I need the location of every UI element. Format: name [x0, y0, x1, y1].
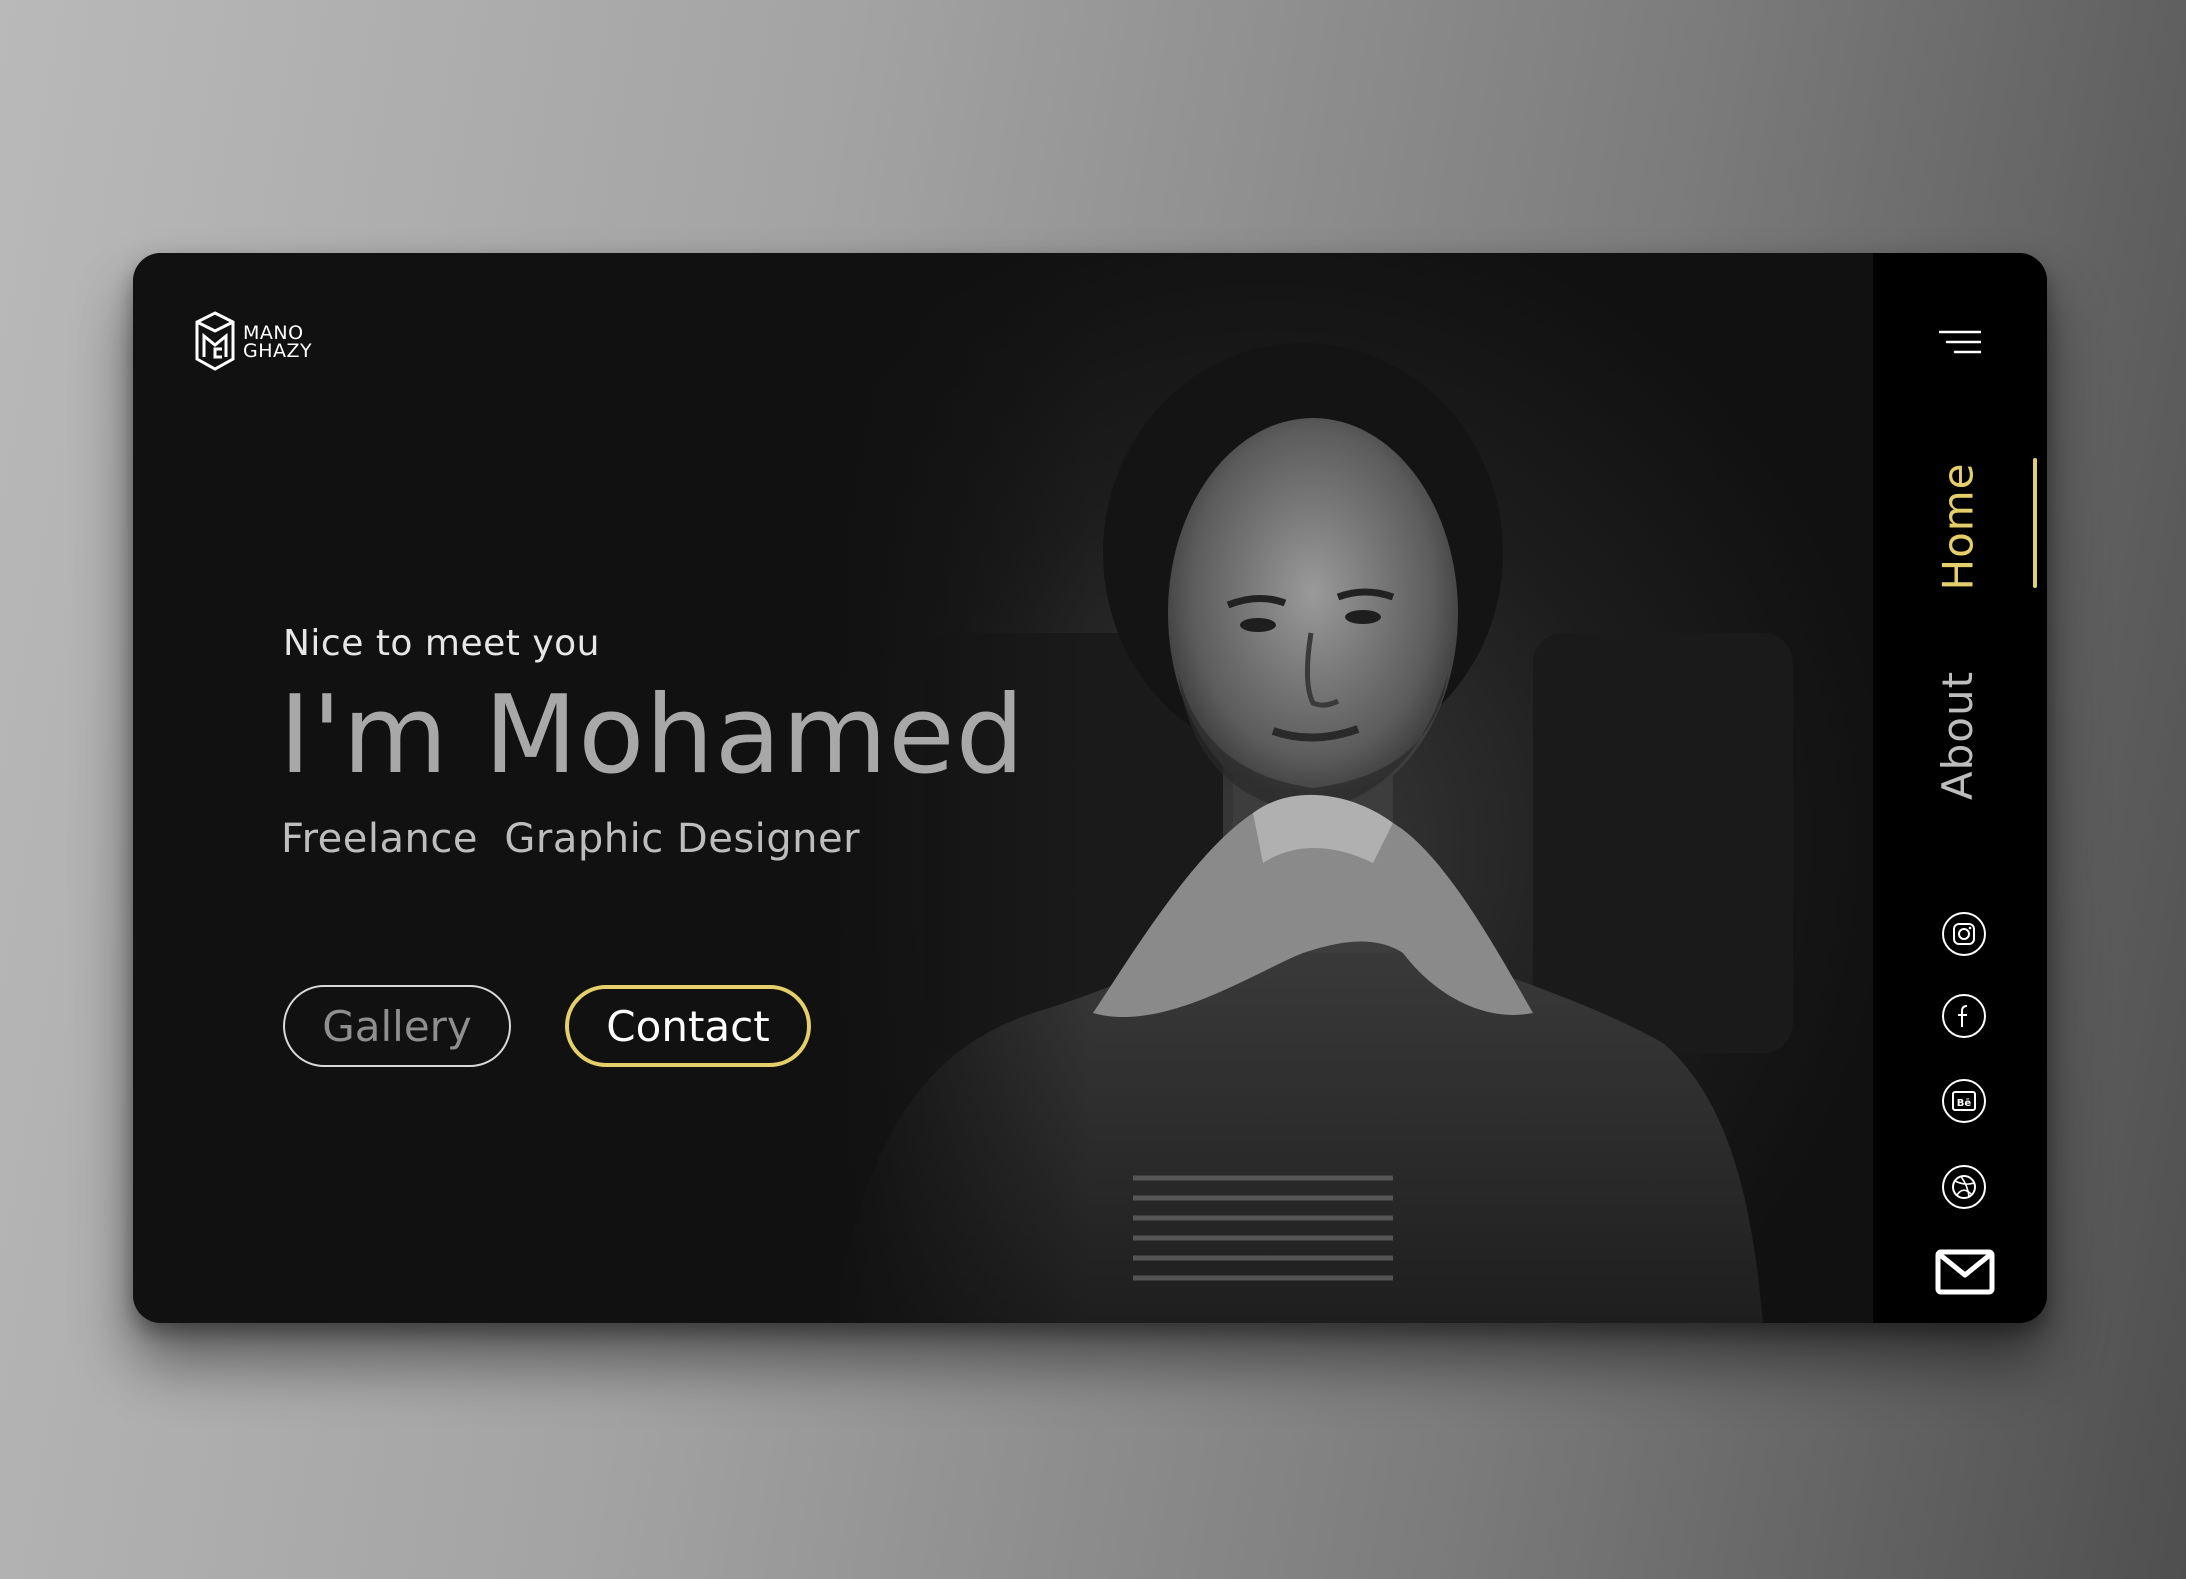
brand-name: MANO GHAZY	[243, 324, 313, 362]
dribbble-icon[interactable]	[1941, 1164, 1987, 1210]
nav-item-home[interactable]: Home	[1913, 461, 2003, 591]
hero-section: MANO GHAZY Nice to meet you I'm Mohamed …	[133, 253, 1873, 1323]
contact-button[interactable]: Contact	[565, 985, 811, 1067]
nav-item-about[interactable]: About	[1913, 665, 2003, 805]
facebook-icon[interactable]	[1941, 993, 1987, 1039]
brand-line-2: GHAZY	[243, 340, 313, 362]
hero-role: Freelance Graphic Designer	[281, 816, 861, 862]
nav-active-indicator	[2033, 458, 2037, 588]
hamburger-menu-icon[interactable]	[1939, 329, 1981, 359]
nav-home-label: Home	[1933, 461, 1983, 591]
page-card: MANO GHAZY Nice to meet you I'm Mohamed …	[133, 253, 2047, 1323]
svg-text:Bē: Bē	[1957, 1098, 1972, 1109]
mail-icon[interactable]	[1935, 1249, 1995, 1295]
brand-logo[interactable]: MANO GHAZY	[195, 309, 312, 375]
sidebar: Home About	[1873, 253, 2047, 1323]
greeting-text: Nice to meet you	[283, 623, 600, 664]
hero-name: I'm Mohamed	[279, 673, 1026, 798]
behance-icon[interactable]: Bē	[1941, 1078, 1987, 1124]
instagram-icon[interactable]	[1941, 911, 1987, 957]
nav-about-label: About	[1933, 670, 1983, 800]
mg-monogram-logo-icon	[195, 311, 235, 371]
gallery-button[interactable]: Gallery	[283, 985, 511, 1067]
